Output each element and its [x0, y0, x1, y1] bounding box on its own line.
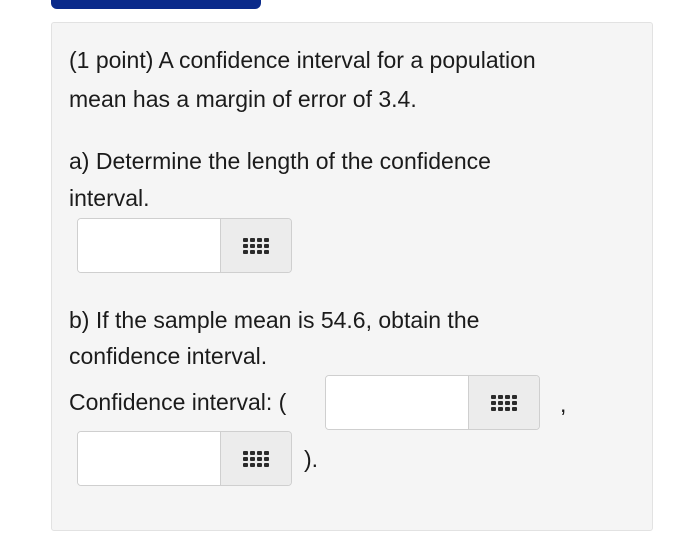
part-b-prompt-line2: confidence interval. [69, 343, 268, 369]
header-tab-bar [51, 0, 261, 9]
length-answer-input[interactable] [78, 219, 220, 272]
upper-bound-input[interactable] [78, 432, 220, 485]
lower-bound-input[interactable] [326, 376, 468, 429]
equation-palette-icon [243, 450, 269, 467]
interval-comma: , [560, 391, 567, 417]
equation-palette-icon [243, 237, 269, 254]
part-a-prompt-line2: interval. [69, 185, 150, 211]
part-b-prompt-line1: b) If the sample mean is 54.6, obtain th… [69, 307, 480, 333]
equation-palette-icon [491, 394, 517, 411]
problem-intro-line1: (1 point) A confidence interval for a po… [69, 47, 536, 73]
confidence-interval-label: Confidence interval: ( [69, 389, 287, 415]
lower-bound-answer-group [325, 375, 540, 430]
upper-bound-answer-group [77, 431, 292, 486]
length-palette-button[interactable] [220, 219, 291, 272]
length-answer-group [77, 218, 292, 273]
part-a-prompt-line1: a) Determine the length of the confidenc… [69, 148, 491, 174]
interval-close-paren: ). [304, 446, 319, 472]
upper-bound-palette-button[interactable] [220, 432, 291, 485]
problem-intro-line2: mean has a margin of error of 3.4. [69, 86, 417, 112]
lower-bound-palette-button[interactable] [468, 376, 539, 429]
